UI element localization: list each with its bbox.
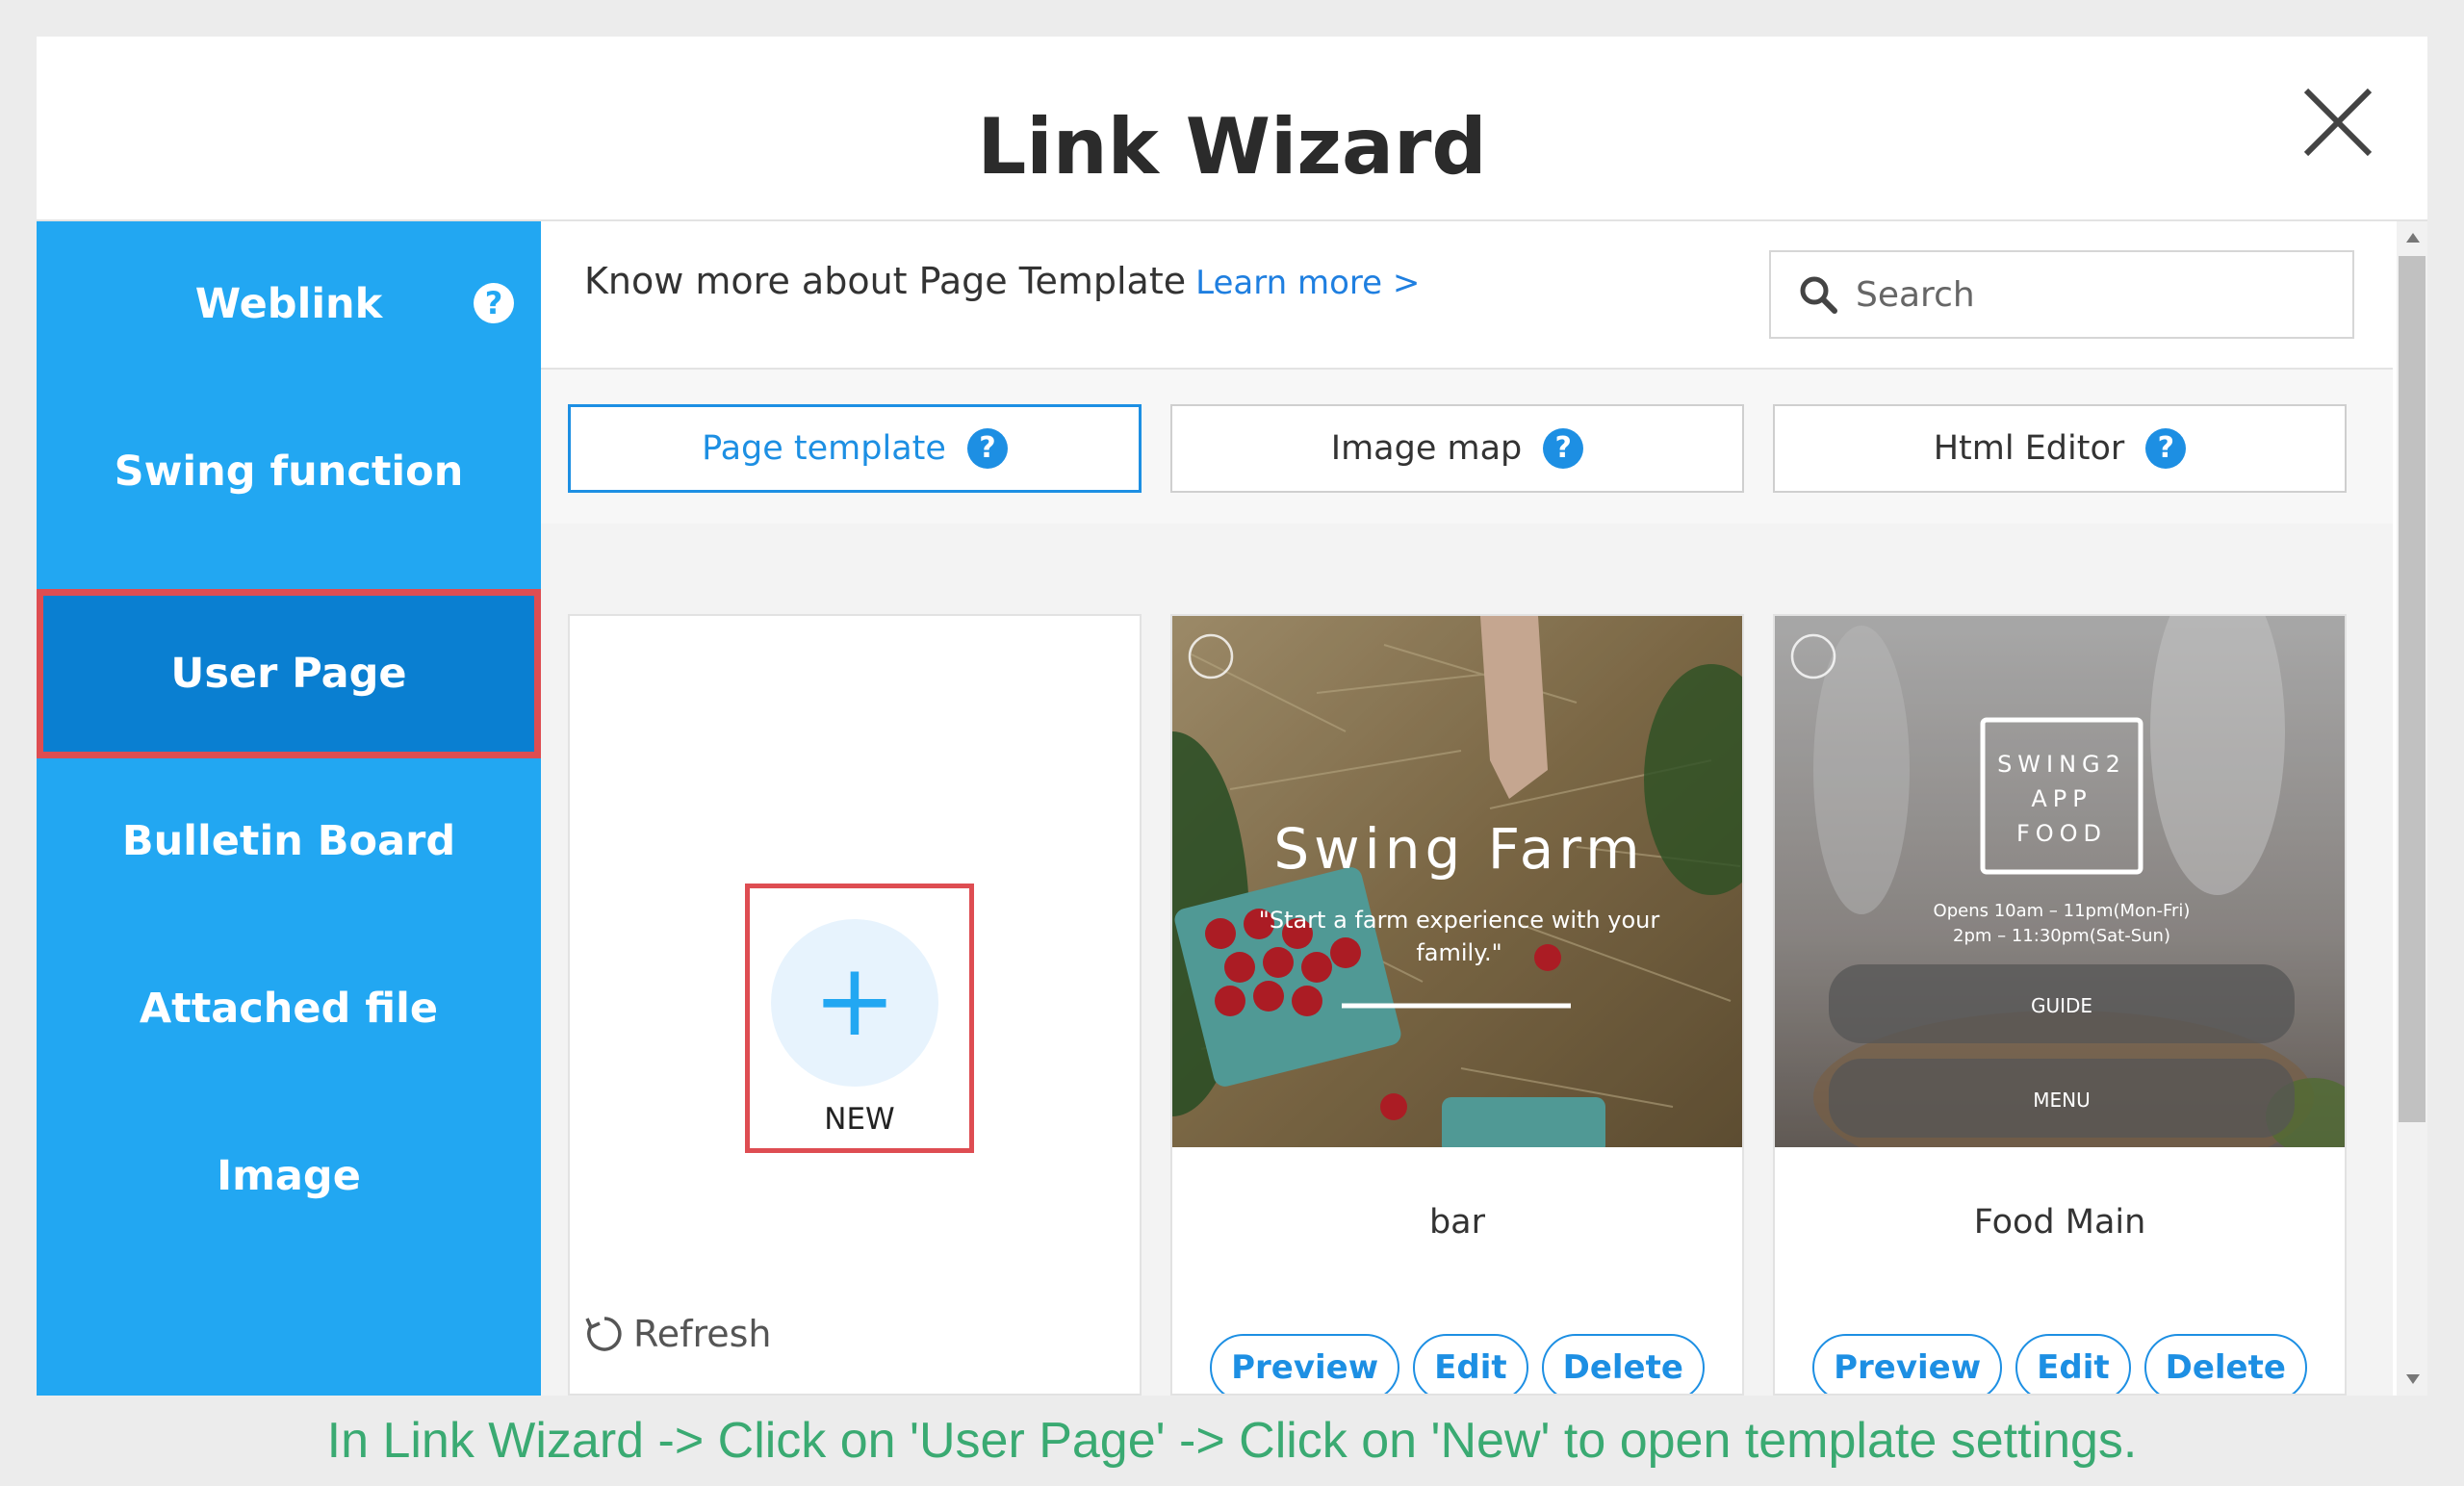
search-input[interactable] [1856, 274, 2337, 315]
help-icon[interactable]: ? [966, 428, 1008, 469]
tab-html-editor[interactable]: Html Editor ? [1773, 404, 2347, 493]
sidebar: Weblink ? Swing function User Page Bulle… [37, 221, 541, 1396]
sidebar-item-image[interactable]: Image [37, 1093, 541, 1259]
tab-label: Html Editor [1933, 429, 2125, 468]
thumb-guide-button: GUIDE [2031, 994, 2092, 1017]
instruction-caption: In Link Wizard -> Click on 'User Page' -… [326, 1413, 2138, 1469]
thumb-headline: Swing Farm [1273, 816, 1644, 882]
close-icon[interactable] [2279, 65, 2395, 181]
delete-button[interactable]: Delete [2143, 1334, 2307, 1394]
thumb-hours: Opens 10am – 11pm(Mon-Fri) [1934, 901, 2191, 921]
template-actions: Preview Edit Delete [1775, 1334, 2345, 1394]
scroll-up-icon[interactable] [2406, 233, 2420, 243]
plus-icon: + [771, 919, 938, 1087]
template-name: bar [1428, 1203, 1486, 1242]
help-icon[interactable]: ? [474, 283, 514, 323]
template-thumbnail[interactable]: SWING2 APP FOOD Opens 10am – 11pm(Mon-Fr… [1775, 616, 2345, 1147]
thumb-hours: 2pm – 11:30pm(Sat-Sun) [1953, 926, 2170, 946]
sidebar-item-bulletin-board[interactable]: Bulletin Board [37, 758, 541, 924]
preview-button[interactable]: Preview [1210, 1334, 1400, 1394]
tab-page-template[interactable]: Page template ? [568, 404, 1142, 493]
thumb-logo-text: SWING2 [1997, 751, 2126, 778]
info-text: Know more about Page Template Learn more … [584, 260, 1420, 302]
sidebar-item-label: User Page [170, 650, 407, 698]
sidebar-item-weblink[interactable]: Weblink ? [37, 221, 541, 387]
sidebar-item-attached-file[interactable]: Attached file [37, 926, 541, 1091]
scroll-down-icon[interactable] [2406, 1374, 2420, 1384]
sidebar-item-user-page[interactable]: User Page [37, 589, 541, 758]
template-name: Food Main [1973, 1203, 2146, 1242]
learn-more-link[interactable]: Learn more > [1195, 264, 1420, 302]
sidebar-item-label: Weblink [194, 280, 383, 328]
template-tabs: Page template ? Image map ? Html Editor … [541, 370, 2393, 524]
thumb-logo-text: FOOD [2016, 820, 2107, 847]
link-wizard-dialog: Link Wizard Weblink ? Swing function Use… [37, 37, 2427, 1396]
help-icon[interactable]: ? [2145, 428, 2187, 469]
template-card-food-main: SWING2 APP FOOD Opens 10am – 11pm(Mon-Fr… [1773, 614, 2347, 1396]
search-icon [1800, 276, 1837, 314]
thumb-menu-button: MENU [2033, 1089, 2091, 1112]
thumb-tagline: family." [1416, 939, 1502, 966]
sidebar-item-label: Image [217, 1152, 361, 1200]
dialog-title: Link Wizard [37, 37, 2427, 221]
info-label: Know more about Page Template [584, 260, 1187, 302]
template-thumbnail[interactable]: Swing Farm "Start a farm experience with… [1172, 616, 1742, 1147]
preview-button[interactable]: Preview [1812, 1334, 2003, 1394]
new-template-card: + NEW Refresh [568, 614, 1142, 1396]
refresh-button[interactable]: Refresh [581, 1311, 772, 1357]
new-button[interactable]: + NEW [745, 884, 974, 1153]
delete-button[interactable]: Delete [1541, 1334, 1705, 1394]
tab-image-map[interactable]: Image map ? [1170, 404, 1744, 493]
scroll-thumb[interactable] [2399, 256, 2426, 1122]
thumb-tagline: "Start a farm experience with your [1259, 907, 1660, 934]
dialog-scrollbar[interactable] [2397, 221, 2427, 1396]
tab-label: Page template [702, 429, 946, 468]
sidebar-item-swing-function[interactable]: Swing function [37, 389, 541, 554]
template-card-bar: Swing Farm "Start a farm experience with… [1170, 614, 1744, 1396]
content-area: Know more about Page Template Learn more … [541, 221, 2427, 1396]
tab-label: Image map [1330, 429, 1523, 468]
search-box[interactable] [1769, 250, 2354, 339]
help-icon[interactable]: ? [1543, 428, 1584, 469]
edit-button[interactable]: Edit [2015, 1334, 2131, 1394]
edit-button[interactable]: Edit [1413, 1334, 1528, 1394]
refresh-label: Refresh [633, 1313, 772, 1355]
new-label: NEW [824, 1102, 895, 1137]
sidebar-item-label: Attached file [139, 985, 439, 1033]
template-actions: Preview Edit Delete [1172, 1334, 1742, 1394]
refresh-icon [585, 1317, 622, 1351]
sidebar-item-label: Swing function [114, 448, 464, 496]
topbar: Know more about Page Template Learn more … [541, 221, 2393, 370]
sidebar-item-label: Bulletin Board [121, 817, 456, 865]
thumb-logo-text: APP [2031, 785, 2092, 812]
